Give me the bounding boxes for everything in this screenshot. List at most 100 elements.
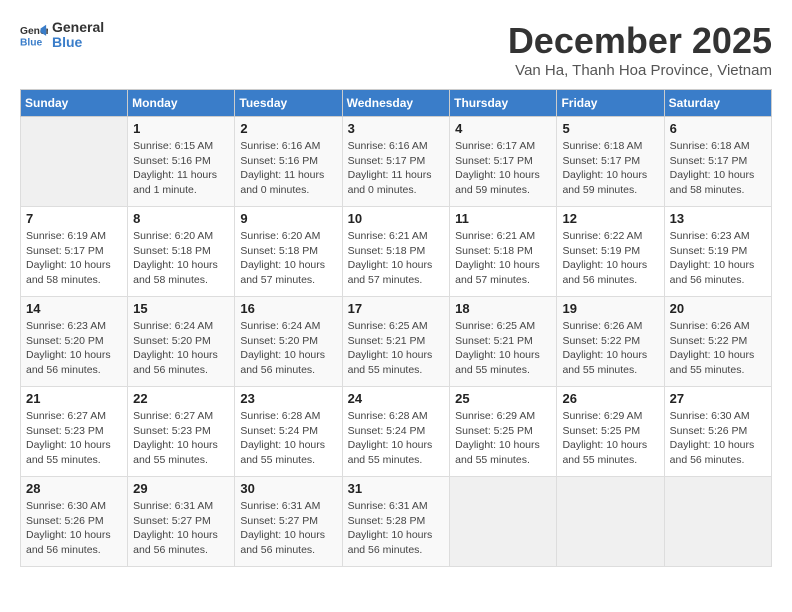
day-header: Monday	[128, 90, 235, 117]
calendar-cell: 24 Sunrise: 6:28 AM Sunset: 5:24 PM Dayli…	[342, 387, 450, 477]
cell-info: Sunrise: 6:25 AM Sunset: 5:21 PM Dayligh…	[455, 319, 551, 378]
cell-info: Sunrise: 6:17 AM Sunset: 5:17 PM Dayligh…	[455, 139, 551, 198]
calendar-cell: 14Sunrise: 6:23 AM Sunset: 5:20 PM Dayli…	[21, 297, 128, 387]
calendar-cell: 11 Sunrise: 6:21 AM Sunset: 5:18 PM Dayli…	[450, 207, 557, 297]
day-header: Thursday	[450, 90, 557, 117]
cell-date: 30	[240, 481, 336, 496]
cell-info: Sunrise: 6:16 AM Sunset: 5:17 PM Dayligh…	[348, 139, 445, 198]
calendar-cell: 1Sunrise: 6:15 AM Sunset: 5:16 PM Daylig…	[128, 117, 235, 207]
cell-info: Sunrise: 6:28 AM Sunset: 5:24 PM Dayligh…	[240, 409, 336, 468]
day-header: Saturday	[664, 90, 771, 117]
cell-info: Sunrise: 6:24 AM Sunset: 5:20 PM Dayligh…	[133, 319, 229, 378]
calendar-cell: 6Sunrise: 6:18 AM Sunset: 5:17 PM Daylig…	[664, 117, 771, 207]
cell-info: Sunrise: 6:27 AM Sunset: 5:23 PM Dayligh…	[133, 409, 229, 468]
cell-info: Sunrise: 6:21 AM Sunset: 5:18 PM Dayligh…	[348, 229, 445, 288]
cell-date: 24	[348, 391, 445, 406]
cell-date: 1	[133, 121, 229, 136]
calendar-cell: 18 Sunrise: 6:25 AM Sunset: 5:21 PM Dayli…	[450, 297, 557, 387]
cell-date: 29	[133, 481, 229, 496]
cell-info: Sunrise: 6:31 AM Sunset: 5:28 PM Dayligh…	[348, 499, 445, 558]
cell-date: 26	[562, 391, 658, 406]
calendar-cell: 20Sunrise: 6:26 AM Sunset: 5:22 PM Dayli…	[664, 297, 771, 387]
cell-date: 21	[26, 391, 122, 406]
cell-info: Sunrise: 6:29 AM Sunset: 5:25 PM Dayligh…	[455, 409, 551, 468]
cell-date: 22	[133, 391, 229, 406]
cell-date: 12	[562, 211, 658, 226]
header: General Blue General Blue December 2025 …	[20, 20, 772, 79]
cell-date: 2	[240, 121, 336, 136]
calendar-week: 21 Sunrise: 6:27 AM Sunset: 5:23 PM Dayli…	[21, 387, 772, 477]
calendar-cell: 30 Sunrise: 6:31 AM Sunset: 5:27 PM Dayli…	[235, 477, 342, 567]
cell-date: 10	[348, 211, 445, 226]
calendar-cell: 21 Sunrise: 6:27 AM Sunset: 5:23 PM Dayli…	[21, 387, 128, 477]
cell-info: Sunrise: 6:26 AM Sunset: 5:22 PM Dayligh…	[670, 319, 766, 378]
cell-info: Sunrise: 6:22 AM Sunset: 5:19 PM Dayligh…	[562, 229, 658, 288]
cell-info: Sunrise: 6:27 AM Sunset: 5:23 PM Dayligh…	[26, 409, 122, 468]
cell-info: Sunrise: 6:20 AM Sunset: 5:18 PM Dayligh…	[240, 229, 336, 288]
calendar-cell	[664, 477, 771, 567]
cell-info: Sunrise: 6:28 AM Sunset: 5:24 PM Dayligh…	[348, 409, 445, 468]
cell-info: Sunrise: 6:21 AM Sunset: 5:18 PM Dayligh…	[455, 229, 551, 288]
cell-info: Sunrise: 6:24 AM Sunset: 5:20 PM Dayligh…	[240, 319, 336, 378]
cell-info: Sunrise: 6:23 AM Sunset: 5:20 PM Dayligh…	[26, 319, 122, 378]
cell-date: 27	[670, 391, 766, 406]
cell-date: 15	[133, 301, 229, 316]
calendar-week: 7 Sunrise: 6:19 AM Sunset: 5:17 PM Daylig…	[21, 207, 772, 297]
calendar-cell	[21, 117, 128, 207]
cell-date: 13	[670, 211, 766, 226]
calendar-subtitle: Van Ha, Thanh Hoa Province, Vietnam	[508, 62, 772, 79]
cell-info: Sunrise: 6:31 AM Sunset: 5:27 PM Dayligh…	[133, 499, 229, 558]
calendar-cell: 2 Sunrise: 6:16 AM Sunset: 5:16 PM Daylig…	[235, 117, 342, 207]
cell-info: Sunrise: 6:16 AM Sunset: 5:16 PM Dayligh…	[240, 139, 336, 198]
day-header: Sunday	[21, 90, 128, 117]
cell-date: 19	[562, 301, 658, 316]
cell-info: Sunrise: 6:29 AM Sunset: 5:25 PM Dayligh…	[562, 409, 658, 468]
cell-info: Sunrise: 6:30 AM Sunset: 5:26 PM Dayligh…	[26, 499, 122, 558]
calendar-week: 14Sunrise: 6:23 AM Sunset: 5:20 PM Dayli…	[21, 297, 772, 387]
cell-info: Sunrise: 6:25 AM Sunset: 5:21 PM Dayligh…	[348, 319, 445, 378]
day-header: Tuesday	[235, 90, 342, 117]
logo-icon: General Blue	[20, 21, 48, 49]
calendar-cell	[557, 477, 664, 567]
cell-date: 18	[455, 301, 551, 316]
calendar-cell: 8Sunrise: 6:20 AM Sunset: 5:18 PM Daylig…	[128, 207, 235, 297]
calendar-cell: 28Sunrise: 6:30 AM Sunset: 5:26 PM Dayli…	[21, 477, 128, 567]
calendar-cell	[450, 477, 557, 567]
cell-date: 31	[348, 481, 445, 496]
cell-date: 3	[348, 121, 445, 136]
header-row: SundayMondayTuesdayWednesdayThursdayFrid…	[21, 90, 772, 117]
calendar-title: December 2025	[508, 20, 772, 62]
calendar-cell: 29 Sunrise: 6:31 AM Sunset: 5:27 PM Dayli…	[128, 477, 235, 567]
title-section: December 2025 Van Ha, Thanh Hoa Province…	[508, 20, 772, 79]
logo-general: General	[52, 20, 104, 35]
cell-info: Sunrise: 6:18 AM Sunset: 5:17 PM Dayligh…	[562, 139, 658, 198]
cell-date: 23	[240, 391, 336, 406]
cell-info: Sunrise: 6:18 AM Sunset: 5:17 PM Dayligh…	[670, 139, 766, 198]
cell-info: Sunrise: 6:23 AM Sunset: 5:19 PM Dayligh…	[670, 229, 766, 288]
calendar-cell: 25 Sunrise: 6:29 AM Sunset: 5:25 PM Dayli…	[450, 387, 557, 477]
logo: General Blue General Blue	[20, 20, 104, 51]
calendar-cell: 12 Sunrise: 6:22 AM Sunset: 5:19 PM Dayli…	[557, 207, 664, 297]
calendar-cell: 9 Sunrise: 6:20 AM Sunset: 5:18 PM Daylig…	[235, 207, 342, 297]
calendar-cell: 13 Sunrise: 6:23 AM Sunset: 5:19 PM Dayli…	[664, 207, 771, 297]
svg-text:Blue: Blue	[20, 38, 43, 49]
calendar-cell: 23 Sunrise: 6:28 AM Sunset: 5:24 PM Dayli…	[235, 387, 342, 477]
cell-date: 11	[455, 211, 551, 226]
cell-info: Sunrise: 6:26 AM Sunset: 5:22 PM Dayligh…	[562, 319, 658, 378]
calendar-table: SundayMondayTuesdayWednesdayThursdayFrid…	[20, 89, 772, 567]
cell-date: 5	[562, 121, 658, 136]
cell-info: Sunrise: 6:19 AM Sunset: 5:17 PM Dayligh…	[26, 229, 122, 288]
cell-date: 9	[240, 211, 336, 226]
calendar-cell: 19 Sunrise: 6:26 AM Sunset: 5:22 PM Dayli…	[557, 297, 664, 387]
cell-info: Sunrise: 6:31 AM Sunset: 5:27 PM Dayligh…	[240, 499, 336, 558]
day-header: Wednesday	[342, 90, 450, 117]
calendar-cell: 7 Sunrise: 6:19 AM Sunset: 5:17 PM Daylig…	[21, 207, 128, 297]
cell-date: 17	[348, 301, 445, 316]
calendar-cell: 27Sunrise: 6:30 AM Sunset: 5:26 PM Dayli…	[664, 387, 771, 477]
cell-date: 7	[26, 211, 122, 226]
calendar-cell: 5 Sunrise: 6:18 AM Sunset: 5:17 PM Daylig…	[557, 117, 664, 207]
cell-info: Sunrise: 6:20 AM Sunset: 5:18 PM Dayligh…	[133, 229, 229, 288]
cell-date: 25	[455, 391, 551, 406]
calendar-cell: 3 Sunrise: 6:16 AM Sunset: 5:17 PM Daylig…	[342, 117, 450, 207]
day-header: Friday	[557, 90, 664, 117]
